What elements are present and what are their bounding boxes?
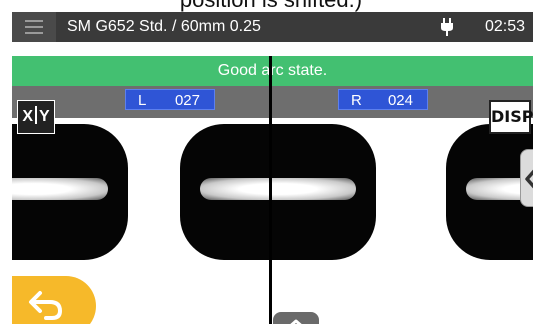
view-header-stripe <box>12 86 533 118</box>
hamburger-menu-icon[interactable] <box>12 12 56 42</box>
splice-program-title: SM G652 Std. / 60mm 0.25 <box>67 18 261 35</box>
back-button[interactable] <box>12 276 96 324</box>
arc-status-banner: Good arc state. <box>12 56 533 86</box>
right-value-label: R 024 <box>338 89 428 110</box>
power-plug-icon <box>441 18 453 36</box>
xy-view-toggle-button[interactable]: XY <box>17 100 55 134</box>
fiber-left-center <box>180 124 376 260</box>
fiber-left-edge <box>12 124 128 260</box>
left-value-label: L 027 <box>125 89 215 110</box>
chevron-up-icon <box>290 319 302 324</box>
side-panel-tab[interactable] <box>520 149 533 207</box>
page-caption: position is shifted.) <box>0 0 542 12</box>
top-bar: SM G652 Std. / 60mm 0.25 02:53 <box>12 12 533 42</box>
clock: 02:53 <box>484 18 525 35</box>
back-arrow-icon <box>29 291 63 320</box>
bottom-panel-tab[interactable] <box>273 312 319 324</box>
disp-button[interactable]: DISP <box>489 100 533 134</box>
splicer-screen: SM G652 Std. / 60mm 0.25 02:53 Good arc … <box>12 12 533 324</box>
center-reference-line <box>269 56 272 324</box>
chevron-left-icon <box>525 169 533 189</box>
